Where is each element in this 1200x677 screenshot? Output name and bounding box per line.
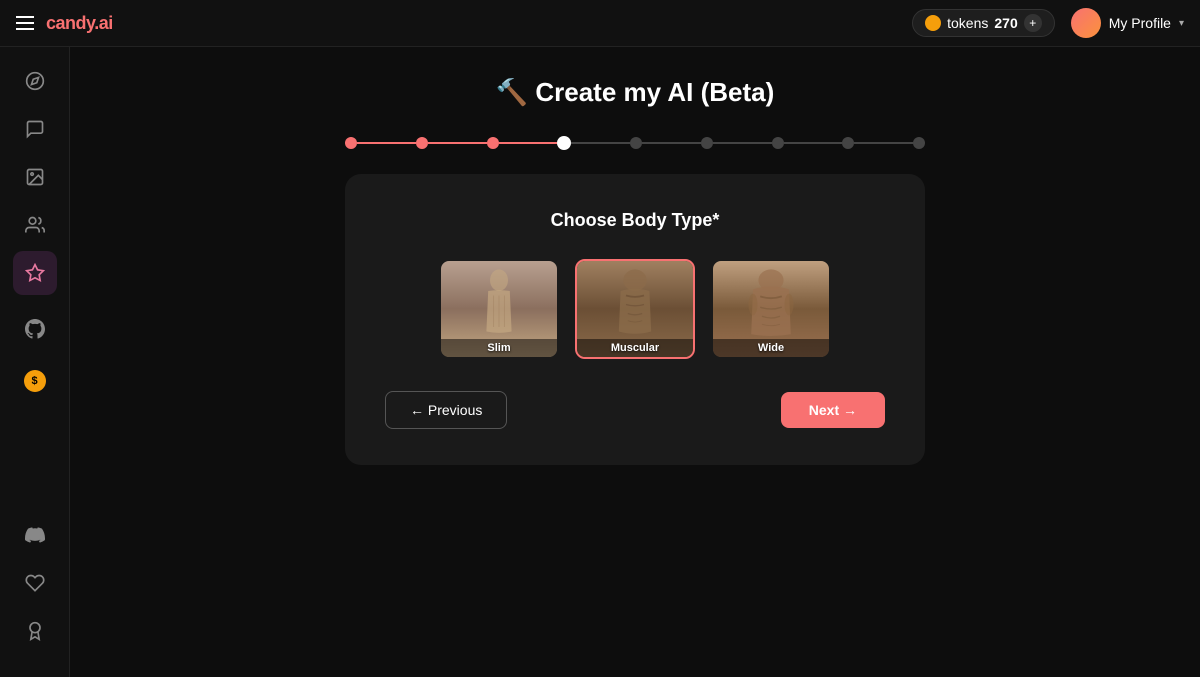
- sidebar-item-chat[interactable]: [13, 107, 57, 151]
- wide-label: Wide: [713, 339, 829, 357]
- progress-dot-4: [557, 136, 571, 150]
- progress-dot-5: [630, 137, 642, 149]
- page-title: 🔨 Create my AI (Beta): [496, 77, 774, 108]
- next-button[interactable]: Next →: [781, 392, 885, 428]
- progress-line-6: [713, 142, 772, 144]
- body-type-wide[interactable]: Wide: [711, 259, 831, 359]
- sidebar-item-discord[interactable]: [13, 513, 57, 557]
- progress-line-8: [854, 142, 913, 144]
- logo: candy.ai: [46, 13, 113, 34]
- sidebar-item-coins[interactable]: $: [13, 359, 57, 403]
- body-type-slim[interactable]: Slim: [439, 259, 559, 359]
- sidebar-item-gallery[interactable]: [13, 155, 57, 199]
- progress-line-2: [428, 142, 487, 144]
- tokens-label: tokens: [947, 15, 988, 31]
- body-type-muscular[interactable]: Muscular: [575, 259, 695, 359]
- progress-bar: [345, 136, 925, 150]
- logo-suffix: .ai: [94, 13, 113, 33]
- logo-text: candy: [46, 13, 94, 33]
- header-right: tokens 270 + My Profile ▾: [912, 8, 1184, 38]
- card-actions: ← Previous Next →: [385, 391, 885, 429]
- tokens-badge: tokens 270 +: [912, 9, 1055, 37]
- avatar: [1071, 8, 1101, 38]
- sidebar-item-social[interactable]: [13, 203, 57, 247]
- progress-line-7: [784, 142, 843, 144]
- body-wrap: $ 🔨 Create my AI (Beta): [0, 47, 1200, 677]
- menu-button[interactable]: [16, 16, 34, 30]
- sidebar-item-create[interactable]: [13, 251, 57, 295]
- progress-dot-1: [345, 137, 357, 149]
- slim-label: Slim: [441, 339, 557, 357]
- sidebar-item-affiliate[interactable]: [13, 561, 57, 605]
- progress-dot-8: [842, 137, 854, 149]
- card: Choose Body Type* Slim: [345, 174, 925, 465]
- sidebar-item-github[interactable]: [13, 307, 57, 351]
- profile-menu[interactable]: My Profile ▾: [1071, 8, 1184, 38]
- sidebar-bottom: [13, 513, 57, 665]
- card-title: Choose Body Type*: [385, 210, 885, 231]
- progress-line-4: [571, 142, 630, 144]
- token-coin-icon: [925, 15, 941, 31]
- tokens-count: 270: [994, 15, 1017, 31]
- progress-line-5: [642, 142, 701, 144]
- progress-dot-2: [416, 137, 428, 149]
- sidebar: $: [0, 47, 70, 677]
- progress-dot-6: [701, 137, 713, 149]
- progress-line-1: [357, 142, 416, 144]
- body-types-container: Slim Musc: [385, 259, 885, 359]
- progress-line-3: [499, 142, 558, 144]
- progress-dot-3: [487, 137, 499, 149]
- header-left: candy.ai: [16, 13, 113, 34]
- sidebar-item-leaderboard[interactable]: [13, 609, 57, 653]
- muscular-label: Muscular: [577, 339, 693, 357]
- sidebar-top: $: [13, 59, 57, 513]
- add-tokens-button[interactable]: +: [1024, 14, 1042, 32]
- progress-dots-row: [345, 136, 925, 150]
- progress-dot-7: [772, 137, 784, 149]
- previous-button[interactable]: ← Previous: [385, 391, 507, 429]
- profile-name: My Profile: [1109, 15, 1171, 31]
- sidebar-item-explore[interactable]: [13, 59, 57, 103]
- main-content: 🔨 Create my AI (Beta): [70, 47, 1200, 677]
- progress-dot-9: [913, 137, 925, 149]
- chevron-down-icon: ▾: [1179, 18, 1184, 29]
- header: candy.ai tokens 270 + My Profile ▾: [0, 0, 1200, 47]
